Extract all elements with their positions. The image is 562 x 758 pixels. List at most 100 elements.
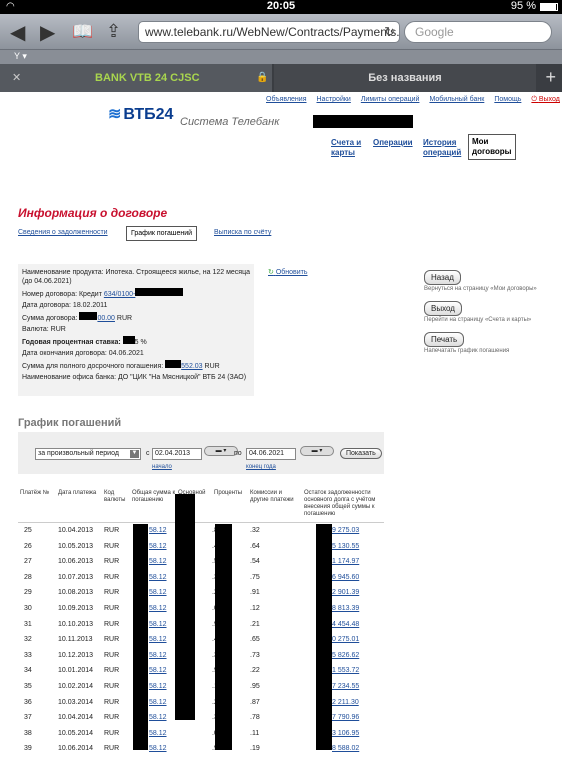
cell-cur: RUR bbox=[104, 729, 120, 737]
from-date-input[interactable]: 02.04.2013 bbox=[152, 448, 202, 460]
cell-n: 29 bbox=[24, 589, 32, 597]
end-year-link[interactable]: конец года bbox=[246, 464, 276, 470]
col-date: Дата платежа bbox=[58, 490, 97, 496]
schedule-filter: за произвольный период ▼ с 02.04.2013 ▬ ▾… bbox=[18, 432, 384, 474]
cell-rest[interactable]: 6 945.60 bbox=[332, 574, 359, 581]
cell-total[interactable]: 58.12 bbox=[149, 558, 167, 565]
nav-operations[interactable]: Операции bbox=[373, 138, 413, 148]
link-announcements[interactable]: Объявления bbox=[266, 96, 307, 103]
col-commission: Комиссии и другие платежи bbox=[250, 490, 294, 503]
tab-debt-info[interactable]: Сведения о задолженности bbox=[18, 229, 108, 236]
cell-n: 26 bbox=[24, 542, 32, 550]
cell-rest[interactable]: 7 234.55 bbox=[332, 683, 359, 690]
cell-total[interactable]: 58.12 bbox=[149, 699, 167, 706]
cell-date: 10.04.2013 bbox=[58, 527, 94, 534]
cell-date: 10.03.2014 bbox=[58, 698, 94, 706]
start-link[interactable]: начало bbox=[152, 464, 172, 470]
cell-rest[interactable]: 0 275.01 bbox=[332, 636, 359, 643]
forward-icon[interactable]: ▶ bbox=[40, 20, 55, 45]
sum-currency: RUR bbox=[116, 315, 133, 322]
bookmarks-icon[interactable]: 📖 bbox=[72, 22, 93, 42]
link-exit[interactable]: ⏻ Выход bbox=[531, 96, 559, 103]
cell-rest[interactable]: 7 790.96 bbox=[332, 714, 359, 721]
period-select[interactable]: за произвольный период ▼ bbox=[35, 448, 141, 460]
cell-total[interactable]: 58.12 bbox=[149, 527, 167, 534]
cell-total[interactable]: 58.12 bbox=[149, 683, 167, 690]
tab-schedule[interactable]: График погашений bbox=[126, 226, 198, 241]
cell-total[interactable]: 58.12 bbox=[149, 605, 167, 612]
cell-rest[interactable]: 9 275.03 bbox=[332, 527, 359, 534]
info-currency: Валюта: RUR bbox=[22, 326, 66, 333]
tab-untitled[interactable]: Без названия bbox=[274, 64, 536, 92]
exit-button[interactable]: Выход bbox=[424, 301, 462, 316]
cell-pct: .78 bbox=[250, 714, 260, 722]
link-settings[interactable]: Настройки bbox=[317, 96, 351, 103]
nav-my-contracts[interactable]: Мои договоры bbox=[468, 134, 516, 160]
cell-rest[interactable]: 1 553.72 bbox=[332, 667, 359, 674]
cell-total[interactable]: 58.12 bbox=[149, 621, 167, 628]
cell-total[interactable]: 58.12 bbox=[149, 667, 167, 674]
search-input[interactable]: Google bbox=[404, 21, 552, 43]
cell-date: 10.07.2013 bbox=[58, 573, 94, 581]
cell-rest[interactable]: 8 588.02 bbox=[332, 745, 359, 752]
info-sum: Сумма договора: 00.00 RUR bbox=[22, 312, 250, 323]
calendar-from-icon[interactable]: ▬ ▾ bbox=[204, 446, 238, 456]
sum-link[interactable]: 00.00 bbox=[97, 315, 115, 322]
full-currency: RUR bbox=[204, 363, 220, 370]
bookmark-y[interactable]: Y ▾ bbox=[14, 51, 27, 61]
cell-pct: .11 bbox=[250, 729, 260, 737]
cell-rest[interactable]: 2 211.30 bbox=[332, 699, 359, 706]
col-remainder: Остаток задолженности основного долга с … bbox=[304, 490, 376, 517]
full-label: Сумма для полного досрочного погашения: bbox=[22, 363, 164, 370]
back-button[interactable]: Назад bbox=[424, 270, 461, 285]
cell-pct: .87 bbox=[250, 698, 260, 706]
cell-total[interactable]: 58.12 bbox=[149, 652, 167, 659]
col-currency: Код валюты bbox=[104, 490, 126, 503]
tab-statement[interactable]: Выписка по счёту bbox=[214, 229, 271, 236]
cell-total[interactable]: 58.12 bbox=[149, 745, 167, 752]
vtb-logo[interactable]: ≋ ВТБ24 bbox=[108, 104, 173, 124]
link-limits[interactable]: Лимиты операций bbox=[361, 96, 420, 103]
redacted bbox=[165, 360, 182, 368]
link-help[interactable]: Помощь bbox=[494, 96, 521, 103]
cell-total[interactable]: 58.12 bbox=[149, 589, 167, 596]
url-input[interactable]: www.telebank.ru/WebNew/Contracts/Payment… bbox=[138, 21, 400, 43]
cell-rest[interactable]: 4 454.48 bbox=[332, 621, 359, 628]
link-mobile-bank[interactable]: Мобильный банк bbox=[429, 96, 484, 103]
reload-icon[interactable]: ↻ bbox=[384, 24, 395, 40]
refresh-link[interactable]: ↻ Обновить bbox=[268, 268, 308, 276]
cell-rest[interactable]: 5 826.62 bbox=[332, 652, 359, 659]
print-button[interactable]: Печать bbox=[424, 332, 465, 347]
cell-total[interactable]: 58.12 bbox=[149, 574, 167, 581]
nav-accounts[interactable]: Счета и карты bbox=[331, 138, 365, 158]
cell-date: 10.12.2013 bbox=[58, 651, 94, 659]
back-icon[interactable]: ◀ bbox=[10, 20, 25, 45]
cell-total[interactable]: 58.12 bbox=[149, 714, 167, 721]
battery-icon bbox=[540, 3, 558, 11]
contract-number-link[interactable]: 634/0100- bbox=[104, 291, 136, 298]
cell-rest[interactable]: 1 174.97 bbox=[332, 558, 359, 565]
from-label: с bbox=[146, 450, 150, 457]
calendar-to-icon[interactable]: ▬ ▾ bbox=[300, 446, 334, 456]
cell-rest[interactable]: 8 813.39 bbox=[332, 605, 359, 612]
cell-pct: .21 bbox=[250, 620, 260, 628]
cell-total[interactable]: 58.12 bbox=[149, 543, 167, 550]
new-tab-icon[interactable]: + bbox=[545, 67, 556, 88]
cell-rest[interactable]: 3 106.95 bbox=[332, 730, 359, 737]
schedule-title: График погашений bbox=[18, 417, 122, 429]
tab-vtb[interactable]: ✕ BANK VTB 24 CJSC 🔒 bbox=[0, 64, 272, 92]
to-date-input[interactable]: 04.06.2021 bbox=[246, 448, 296, 460]
full-repay-link[interactable]: 552.03 bbox=[181, 363, 202, 370]
close-tab-icon[interactable]: ✕ bbox=[12, 71, 21, 84]
cell-total[interactable]: 58.12 bbox=[149, 730, 167, 737]
cell-pct: .95 bbox=[250, 682, 260, 690]
show-button[interactable]: Показать bbox=[340, 448, 382, 459]
cell-cur: RUR bbox=[104, 542, 120, 550]
cell-rest[interactable]: 2 901.39 bbox=[332, 589, 359, 596]
cell-date: 10.04.2014 bbox=[58, 714, 94, 722]
cell-date: 10.11.2013 bbox=[58, 636, 93, 644]
cell-total[interactable]: 58.12 bbox=[149, 636, 167, 643]
cell-rest[interactable]: 5 130.55 bbox=[332, 543, 359, 550]
nav-history[interactable]: История операций bbox=[423, 138, 463, 158]
share-icon[interactable]: ⇪ bbox=[106, 21, 121, 42]
